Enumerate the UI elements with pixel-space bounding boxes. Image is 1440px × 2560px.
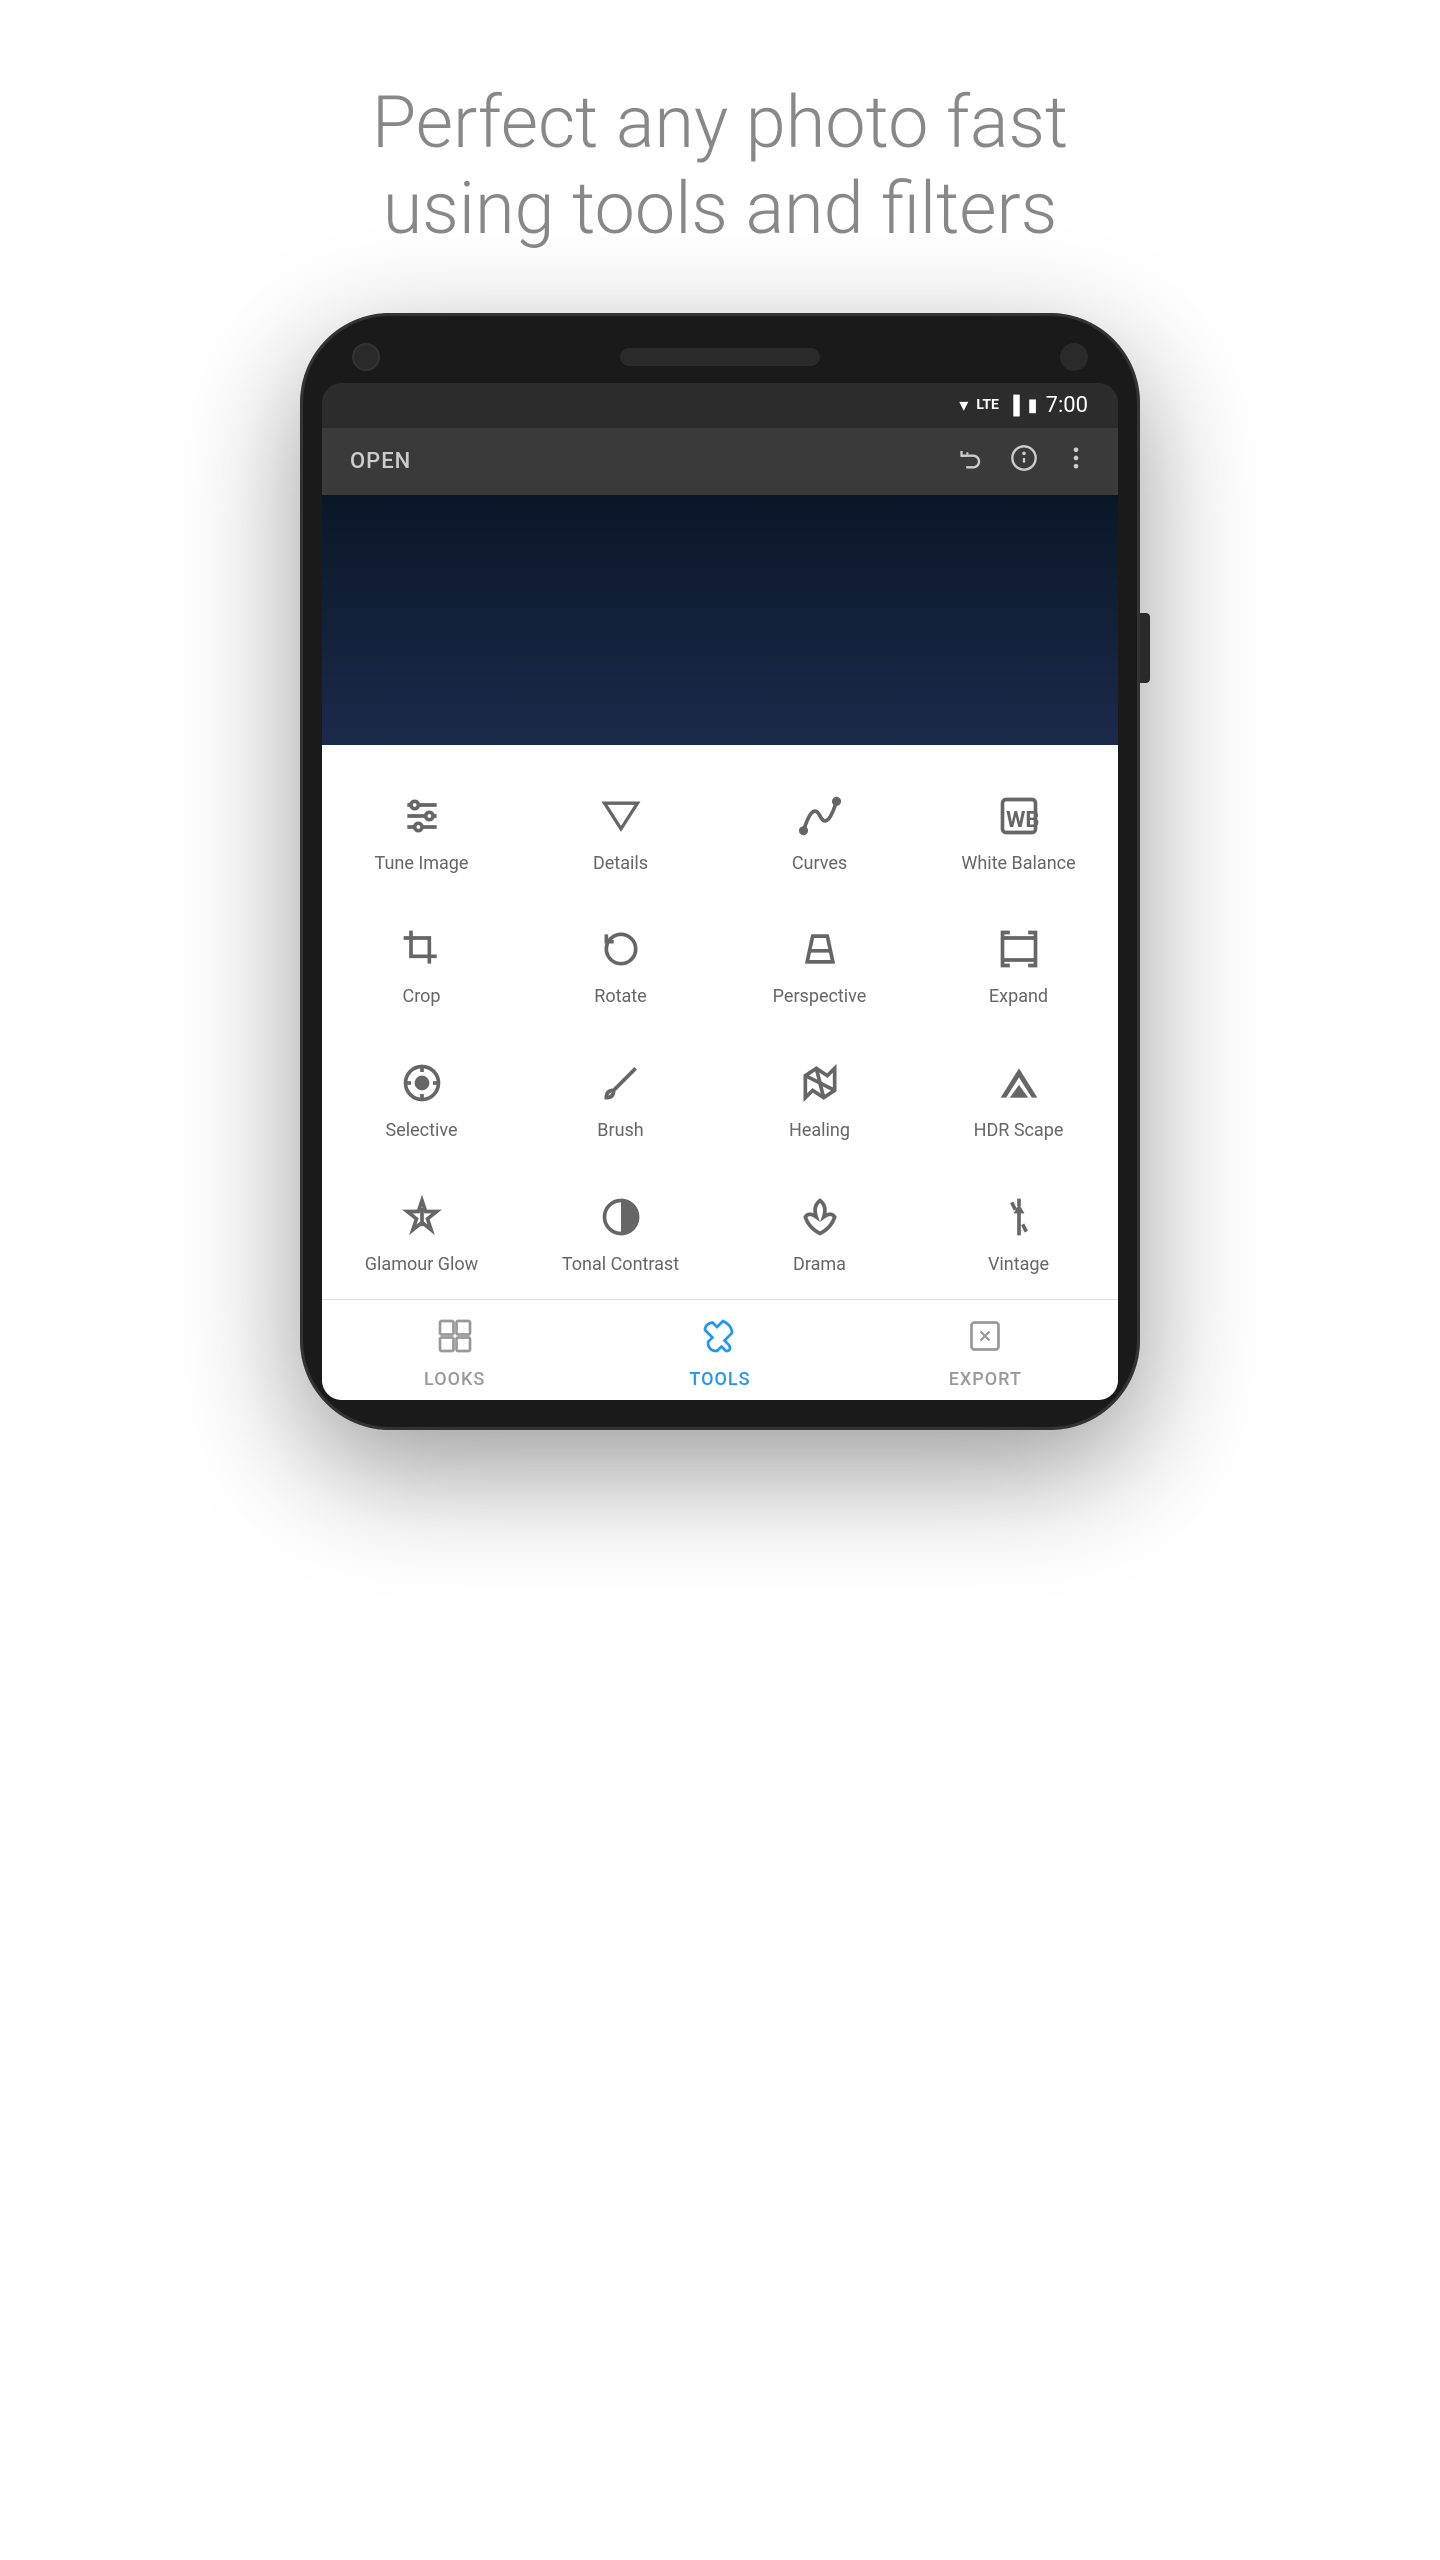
drama-label: Drama bbox=[793, 1254, 846, 1276]
brush-icon bbox=[594, 1056, 648, 1110]
tool-drama[interactable]: Drama bbox=[720, 1166, 919, 1300]
battery-icon: ▮ bbox=[1028, 395, 1038, 416]
healing-label: Healing bbox=[789, 1120, 850, 1142]
glamour-icon bbox=[395, 1190, 449, 1244]
tool-hdr-scape[interactable]: HDR Scape bbox=[919, 1032, 1118, 1166]
open-button[interactable]: OPEN bbox=[350, 449, 411, 474]
tool-tune-image[interactable]: Tune Image bbox=[322, 765, 521, 899]
perspective-label: Perspective bbox=[773, 986, 867, 1008]
export-label: EXPORT bbox=[949, 1369, 1022, 1390]
drama-icon bbox=[793, 1190, 847, 1244]
brush-label: Brush bbox=[597, 1120, 643, 1142]
expand-icon bbox=[992, 922, 1046, 976]
looks-label: LOOKS bbox=[424, 1369, 485, 1390]
tune-image-icon bbox=[395, 789, 449, 843]
tool-brush[interactable]: Brush bbox=[521, 1032, 720, 1166]
tools-panel: Tune Image Details bbox=[322, 745, 1118, 1400]
tool-white-balance[interactable]: WB White Balance bbox=[919, 765, 1118, 899]
curves-label: Curves bbox=[792, 853, 847, 875]
info-icon[interactable] bbox=[1010, 444, 1038, 479]
glamour-label: Glamour Glow bbox=[365, 1254, 478, 1276]
app-bar: OPEN bbox=[322, 428, 1118, 495]
hdr-label: HDR Scape bbox=[974, 1120, 1064, 1142]
photo-preview bbox=[322, 495, 1118, 745]
time-display: 7:00 bbox=[1046, 393, 1088, 418]
status-icons: ▾ LTE ▐ ▮ 7:00 bbox=[959, 393, 1088, 418]
tools-nav-icon bbox=[702, 1318, 738, 1363]
tool-grid: Tune Image Details bbox=[322, 765, 1118, 1299]
tonal-label: Tonal Contrast bbox=[562, 1254, 679, 1276]
rotate-icon bbox=[594, 922, 648, 976]
nav-export[interactable]: EXPORT bbox=[853, 1318, 1118, 1390]
undo-icon[interactable] bbox=[958, 444, 986, 479]
tool-vintage[interactable]: Vintage bbox=[919, 1166, 1118, 1300]
tool-curves[interactable]: Curves bbox=[720, 765, 919, 899]
details-label: Details bbox=[593, 853, 648, 875]
nav-tools[interactable]: TOOLS bbox=[587, 1318, 852, 1390]
app-bar-icons bbox=[958, 444, 1090, 479]
tool-rotate[interactable]: Rotate bbox=[521, 898, 720, 1032]
tool-perspective[interactable]: Perspective bbox=[720, 898, 919, 1032]
export-nav-icon bbox=[967, 1318, 1003, 1363]
status-bar: ▾ LTE ▐ ▮ 7:00 bbox=[322, 383, 1118, 428]
details-icon bbox=[594, 789, 648, 843]
expand-label: Expand bbox=[989, 986, 1048, 1008]
tonal-icon bbox=[594, 1190, 648, 1244]
side-button bbox=[1140, 613, 1150, 683]
phone-shell: ▾ LTE ▐ ▮ 7:00 OPEN bbox=[300, 313, 1140, 1430]
hero-line2: using tools and filters bbox=[383, 166, 1057, 251]
speaker bbox=[620, 348, 820, 366]
rotate-label: Rotate bbox=[594, 986, 646, 1008]
healing-icon bbox=[793, 1056, 847, 1110]
sensor bbox=[1060, 343, 1088, 371]
wifi-icon: ▾ bbox=[959, 395, 968, 416]
vintage-icon bbox=[992, 1190, 1046, 1244]
tool-details[interactable]: Details bbox=[521, 765, 720, 899]
tool-healing[interactable]: Healing bbox=[720, 1032, 919, 1166]
tool-tonal-contrast[interactable]: Tonal Contrast bbox=[521, 1166, 720, 1300]
crop-label: Crop bbox=[402, 986, 440, 1008]
looks-nav-icon bbox=[437, 1318, 473, 1363]
svg-text:WB: WB bbox=[1006, 808, 1039, 833]
wb-icon: WB bbox=[992, 789, 1046, 843]
hero-line1: Perfect any photo fast bbox=[372, 80, 1068, 165]
selective-label: Selective bbox=[386, 1120, 458, 1142]
front-camera bbox=[352, 343, 380, 371]
selective-icon bbox=[395, 1056, 449, 1110]
signal-icon: ▐ bbox=[1007, 395, 1020, 416]
perspective-icon bbox=[793, 922, 847, 976]
tool-selective[interactable]: Selective bbox=[322, 1032, 521, 1166]
curves-icon bbox=[793, 789, 847, 843]
tool-glamour-glow[interactable]: Glamour Glow bbox=[322, 1166, 521, 1300]
lte-icon: LTE bbox=[976, 397, 999, 413]
phone-screen: ▾ LTE ▐ ▮ 7:00 OPEN bbox=[322, 383, 1118, 1400]
hdr-icon bbox=[992, 1056, 1046, 1110]
hero-text: Perfect any photo fast using tools and f… bbox=[272, 80, 1168, 253]
tools-label: TOOLS bbox=[689, 1369, 750, 1390]
wb-label: White Balance bbox=[961, 853, 1075, 875]
tune-image-label: Tune Image bbox=[375, 853, 469, 875]
vintage-label: Vintage bbox=[988, 1254, 1049, 1276]
phone-top bbox=[322, 343, 1118, 371]
tool-expand[interactable]: Expand bbox=[919, 898, 1118, 1032]
crop-icon bbox=[395, 922, 449, 976]
bottom-nav: LOOKS TOOLS bbox=[322, 1299, 1118, 1400]
tool-crop[interactable]: Crop bbox=[322, 898, 521, 1032]
nav-looks[interactable]: LOOKS bbox=[322, 1318, 587, 1390]
more-icon[interactable] bbox=[1062, 444, 1090, 479]
